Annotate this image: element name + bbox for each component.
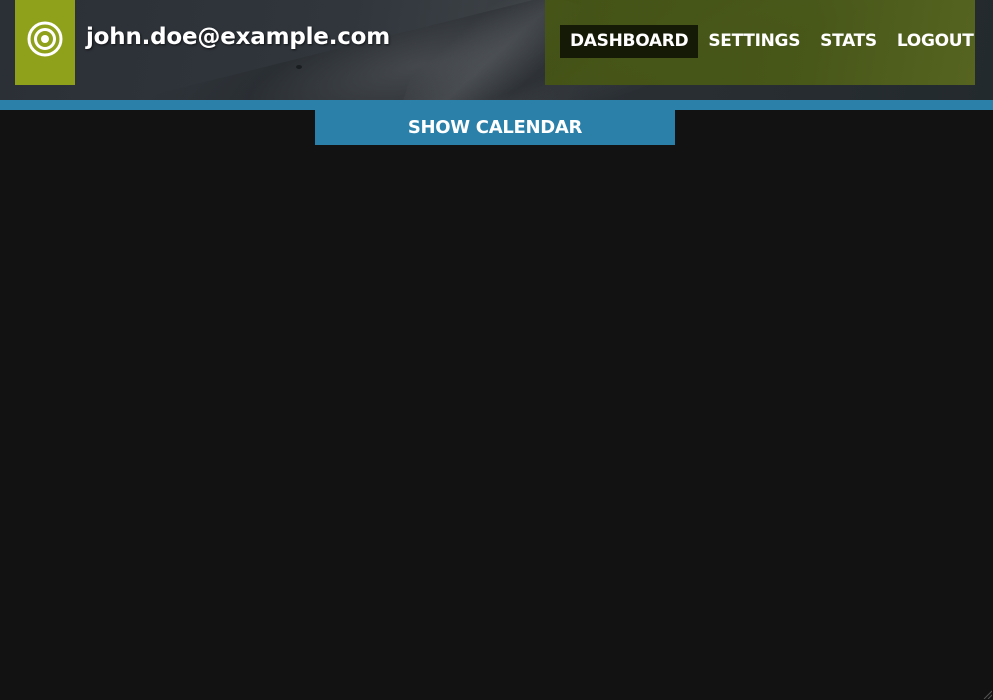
app-window: john.doe@example.com DASHBOARD SETTINGS …: [0, 0, 993, 700]
nav-item-dashboard[interactable]: DASHBOARD: [560, 25, 699, 58]
user-email: john.doe@example.com: [86, 24, 391, 50]
main-nav: DASHBOARD SETTINGS STATS LOGOUT: [560, 25, 984, 58]
header-background-detail: [296, 65, 302, 69]
show-calendar-button[interactable]: SHOW CALENDAR: [315, 110, 675, 145]
nav-item-stats[interactable]: STATS: [810, 25, 887, 58]
header-divider: [0, 100, 993, 110]
nav-item-settings[interactable]: SETTINGS: [698, 25, 810, 58]
resize-grip-icon[interactable]: [982, 689, 992, 699]
logo[interactable]: [15, 0, 75, 85]
target-icon: [27, 21, 63, 57]
nav-item-logout[interactable]: LOGOUT: [887, 25, 984, 58]
